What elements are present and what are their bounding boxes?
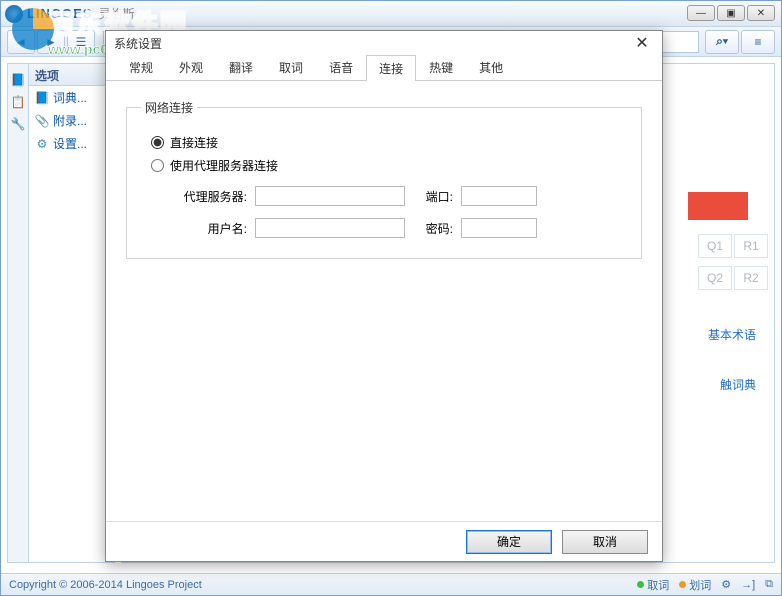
tab-general[interactable]: 常规 [116,54,166,80]
toc-button[interactable]: ☰ [67,30,95,54]
radio-proxy[interactable] [151,159,164,172]
maximize-button[interactable]: ▣ [717,5,745,21]
sidebar-rail-icon-settings[interactable]: 🔧 [8,114,28,134]
nav-forward-button[interactable]: ► [37,30,65,54]
sidebar-rail-icon-appendix[interactable]: 📋 [8,92,28,112]
sidebar-item-settings[interactable]: ⚙ 设置... [29,132,114,155]
sidebar-panel: 选项 📘 词典... 📎 附录... ⚙ 设置... [29,63,115,563]
sidebar-item-label: 附录... [53,112,87,129]
statusbar: Copyright © 2006-2014 Lingoes Project 取词… [1,573,781,595]
tab-other[interactable]: 其他 [466,54,516,80]
brand-cn: 灵格斯 [99,5,135,22]
highlight-box [688,192,748,220]
close-button[interactable]: ✕ [747,5,775,21]
user-label: 用户名: [171,220,247,237]
cell-r2[interactable]: R2 [734,266,768,290]
radio-direct[interactable] [151,136,164,149]
link-touch-dict[interactable]: 触词典 [720,376,756,393]
status-select[interactable]: 划词 [679,577,711,593]
proxy-label: 代理服务器: [171,188,247,205]
menu-button[interactable]: ≡ [741,30,775,54]
proxy-input[interactable] [255,186,405,206]
dialog-body: 网络连接 直接连接 使用代理服务器连接 代理服务器: 端口: 用户名: 密码: [106,81,662,521]
status-dot-orange [679,581,686,588]
tab-translate[interactable]: 翻译 [216,54,266,80]
tab-connection[interactable]: 连接 [366,55,416,81]
sidebar-item-appendix[interactable]: 📎 附录... [29,109,114,132]
port-label: 端口: [413,188,453,205]
sidebar-item-dict[interactable]: 📘 词典... [29,86,114,109]
network-legend: 网络连接 [141,99,197,116]
appendix-icon: 📎 [35,114,49,128]
sidebar-header: 选项 [29,64,114,86]
tab-voice[interactable]: 语音 [316,54,366,80]
brand: LINGOES [27,6,93,21]
settings-icon: ⚙ [35,137,49,151]
status-capture[interactable]: 取词 [637,577,669,593]
pass-input[interactable] [461,218,537,238]
sidebar-icon-rail: 📘 📋 🔧 [7,63,29,563]
status-dot-green [637,581,644,588]
dialog-footer: 确定 取消 [106,521,662,561]
cancel-button[interactable]: 取消 [562,530,648,554]
cell-r1[interactable]: R1 [734,234,768,258]
sidebar: 📘 📋 🔧 选项 📘 词典... 📎 附录... ⚙ 设置... [7,63,115,563]
dialog-close-button[interactable]: ✕ [630,33,654,53]
user-input[interactable] [255,218,405,238]
ok-button[interactable]: 确定 [466,530,552,554]
minimize-button[interactable]: — [687,5,715,21]
sidebar-item-label: 设置... [53,135,87,152]
cell-q2[interactable]: Q2 [698,266,732,290]
settings-dialog: 系统设置 ✕ 常规 外观 翻译 取词 语音 连接 热键 其他 网络连接 直接连接… [105,30,663,562]
dialog-tabs: 常规 外观 翻译 取词 语音 连接 热键 其他 [106,55,662,81]
dict-icon: 📘 [35,91,49,105]
cell-q1[interactable]: Q1 [698,234,732,258]
radio-proxy-label: 使用代理服务器连接 [170,157,278,174]
tab-appearance[interactable]: 外观 [166,54,216,80]
network-group: 网络连接 直接连接 使用代理服务器连接 代理服务器: 端口: 用户名: 密码: [126,99,642,259]
status-config-icon[interactable]: ⚙ [721,578,731,591]
radio-direct-row[interactable]: 直接连接 [151,134,617,151]
status-layout-icon[interactable]: ⧉ [765,578,773,591]
search-button[interactable]: ⌕▾ [705,30,739,54]
nav-back-button[interactable]: ◄ [7,30,35,54]
tab-capture[interactable]: 取词 [266,54,316,80]
window-controls: — ▣ ✕ [687,5,775,21]
copyright: Copyright © 2006-2014 Lingoes Project [9,579,202,591]
link-basic-terms[interactable]: 基本术语 [708,326,756,343]
port-input[interactable] [461,186,537,206]
sidebar-item-label: 词典... [53,89,87,106]
app-icon [5,5,23,23]
dialog-title: 系统设置 [114,35,162,52]
dialog-titlebar: 系统设置 ✕ [106,31,662,55]
status-mini-icon[interactable]: →] [741,579,755,591]
pass-label: 密码: [413,220,453,237]
titlebar: LINGOES 灵格斯 — ▣ ✕ [1,1,781,27]
radio-direct-label: 直接连接 [170,134,218,151]
sidebar-rail-icon-dict[interactable]: 📘 [8,70,28,90]
radio-proxy-row[interactable]: 使用代理服务器连接 [151,157,617,174]
tab-hotkey[interactable]: 热键 [416,54,466,80]
